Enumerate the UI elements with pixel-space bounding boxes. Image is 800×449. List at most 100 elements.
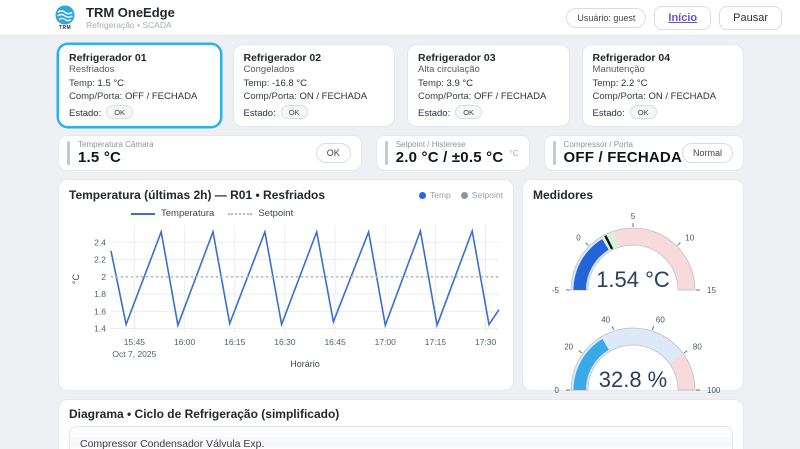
- inplot-legend: Temperatura Setpoint: [131, 208, 503, 219]
- kpi-unit: °C: [510, 149, 519, 158]
- card-title: Refrigerador 04: [593, 52, 734, 64]
- svg-text:1.8: 1.8: [94, 289, 106, 299]
- pause-button[interactable]: Pausar: [719, 6, 782, 30]
- kpi-label: Compressor / Porta: [564, 140, 682, 149]
- card-title: Refrigerador 01: [69, 52, 210, 64]
- card-subtitle: Alta circulação: [418, 64, 559, 75]
- card-estado-row: Estado:OK: [244, 105, 385, 119]
- kpi-row: Temperatura Câmara 1.5 °C OK Setpoint / …: [58, 135, 744, 171]
- svg-text:2.4: 2.4: [94, 237, 106, 247]
- card-title: Refrigerador 03: [418, 52, 559, 64]
- card-refrigerador-03[interactable]: Refrigerador 03 Alta circulação Temp: 3.…: [407, 44, 570, 127]
- gauge-duty-cycle: 0 20 40 60 80 100 32.8 %: [533, 302, 733, 403]
- svg-text:0: 0: [555, 386, 560, 395]
- svg-text:16:15: 16:15: [224, 337, 246, 347]
- svg-text:32.8 %: 32.8 %: [599, 367, 668, 392]
- trm-logo-icon: TRM: [52, 5, 78, 31]
- kpi-label: Setpoint / Histerese: [396, 140, 504, 149]
- card-comp-row: Comp/Porta: OFF / FECHADA: [69, 91, 210, 102]
- duty-cycle-gauge-chart: 0 20 40 60 80 100 32.8 %: [533, 302, 733, 398]
- status-badge: OK: [630, 105, 657, 119]
- refrigerator-cards: Refrigerador 01 Resfriados Temp: 1.5 °C …: [58, 44, 744, 127]
- status-badge: OK: [106, 105, 133, 119]
- svg-text:17:00: 17:00: [375, 337, 397, 347]
- svg-text:10: 10: [685, 234, 694, 243]
- svg-text:Horário: Horário: [290, 359, 320, 369]
- svg-text:2.2: 2.2: [94, 255, 106, 265]
- kpi-compressor-porta: Compressor / Porta OFF / FECHADA Normal: [544, 135, 744, 171]
- card-subtitle: Manutenção: [593, 64, 734, 75]
- diagram-panel: Diagrama • Ciclo de Refrigeração (simpli…: [58, 399, 744, 449]
- gauges-panel: Medidores -50510151.54 °C Duty Cycle Com…: [522, 179, 744, 391]
- legend-item-setpoint[interactable]: Setpoint: [461, 190, 503, 200]
- app-title: TRM OneEdge: [86, 5, 175, 20]
- legend-dot-icon: [419, 192, 426, 199]
- card-estado-row: Estado:OK: [593, 105, 734, 119]
- card-temp-row: Temp: 2.2 °C: [593, 78, 734, 89]
- card-estado-row: Estado:OK: [69, 105, 210, 119]
- svg-text:16:45: 16:45: [324, 337, 346, 347]
- status-badge: OK: [455, 105, 482, 119]
- svg-text:1.4: 1.4: [94, 324, 106, 334]
- legend-item-temp[interactable]: Temp: [419, 190, 451, 200]
- kpi-temperatura-camara: Temperatura Câmara 1.5 °C OK: [58, 135, 362, 171]
- diagram-title: Diagrama • Ciclo de Refrigeração (simpli…: [69, 407, 733, 421]
- svg-text:15: 15: [707, 286, 716, 295]
- temperature-line-chart[interactable]: 15:45 Oct 7, 2025 16:00 16:15 16:30 16:45 17:0…: [69, 219, 505, 371]
- svg-text:1.6: 1.6: [94, 306, 106, 316]
- svg-text:Oct 7, 2025: Oct 7, 2025: [112, 349, 156, 359]
- card-temp-row: Temp: 1.5 °C: [69, 78, 210, 89]
- chart-title: Temperatura (últimas 2h) — R01 • Resfria…: [69, 188, 325, 202]
- svg-text:5: 5: [631, 212, 636, 221]
- kpi-accent-bar: [385, 141, 388, 165]
- card-title: Refrigerador 02: [244, 52, 385, 64]
- card-refrigerador-01[interactable]: Refrigerador 01 Resfriados Temp: 1.5 °C …: [58, 44, 221, 127]
- svg-text:1.54 °C: 1.54 °C: [596, 267, 670, 292]
- card-comp-row: Comp/Porta: ON / FECHADA: [244, 91, 385, 102]
- svg-text:100: 100: [707, 386, 721, 395]
- app-subtitle: Refrigeração • SCADA: [86, 20, 175, 30]
- card-subtitle: Resfriados: [69, 64, 210, 75]
- diagram-labels: Compressor Condensador Válvula Exp.: [80, 438, 264, 449]
- card-temp-row: Temp: -16.8 °C: [244, 78, 385, 89]
- kpi-value: 2.0 °C / ±0.5 °C: [396, 149, 504, 166]
- app-header: TRM TRM OneEdge Refrigeração • SCADA Usu…: [0, 0, 800, 36]
- svg-text:0: 0: [576, 234, 581, 243]
- gauges-panel-title: Medidores: [533, 188, 733, 202]
- svg-text:16:00: 16:00: [174, 337, 196, 347]
- diagram-canvas: Compressor Condensador Válvula Exp.: [69, 426, 733, 449]
- svg-text:17:30: 17:30: [475, 337, 497, 347]
- svg-text:15:45: 15:45: [124, 337, 146, 347]
- svg-text:°C: °C: [71, 273, 81, 284]
- user-badge: Usuário: guest: [566, 8, 646, 28]
- svg-text:40: 40: [601, 316, 610, 325]
- card-refrigerador-04[interactable]: Refrigerador 04 Manutenção Temp: 2.2 °C …: [582, 44, 745, 127]
- card-temp-row: Temp: 3.9 °C: [418, 78, 559, 89]
- chart-legend: Temp Setpoint: [419, 190, 503, 200]
- dotted-line-sample-icon: [228, 213, 252, 215]
- kpi-setpoint-histerese: Setpoint / Histerese 2.0 °C / ±0.5 °C °C: [376, 135, 530, 171]
- line-sample-icon: [131, 213, 155, 215]
- svg-text:80: 80: [693, 343, 702, 352]
- home-button[interactable]: Início: [654, 6, 711, 30]
- kpi-accent-bar: [67, 141, 70, 165]
- temperature-gauge-chart: -5 0 5 10 15 1.54 °C: [533, 202, 733, 298]
- logo-text: TRM: [59, 25, 71, 31]
- card-comp-row: Comp/Porta: OFF / FECHADA: [418, 91, 559, 102]
- kpi-label: Temperatura Câmara: [78, 140, 154, 149]
- svg-text:-5: -5: [552, 286, 560, 295]
- inplot-legend-setpoint[interactable]: Setpoint: [228, 208, 293, 219]
- card-refrigerador-02[interactable]: Refrigerador 02 Congelados Temp: -16.8 °…: [233, 44, 396, 127]
- legend-dot-icon: [461, 192, 468, 199]
- svg-text:20: 20: [564, 343, 573, 352]
- inplot-legend-temperatura[interactable]: Temperatura: [131, 208, 214, 219]
- svg-text:17:15: 17:15: [425, 337, 447, 347]
- kpi-status-badge: Normal: [682, 143, 733, 163]
- kpi-value: OFF / FECHADA: [564, 149, 682, 166]
- svg-text:60: 60: [656, 316, 665, 325]
- kpi-status-badge: OK: [316, 143, 351, 163]
- temperature-chart-panel: Temperatura (últimas 2h) — R01 • Resfria…: [58, 179, 514, 391]
- svg-text:2: 2: [101, 272, 106, 282]
- svg-text:16:30: 16:30: [274, 337, 296, 347]
- gauge-temperature: -5 0 5 10 15 1.54 °C: [533, 202, 733, 303]
